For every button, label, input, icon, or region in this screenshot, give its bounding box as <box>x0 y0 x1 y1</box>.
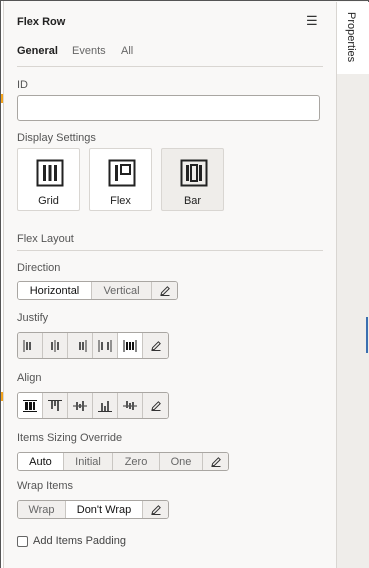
justify-center-button[interactable] <box>43 333 68 358</box>
window-frame: Flex Row ☰ General Events All ID Display… <box>0 0 369 568</box>
sizing-edit-button[interactable] <box>203 453 228 470</box>
tab-events[interactable]: Events <box>72 45 106 57</box>
wrap-button[interactable]: Wrap <box>18 501 66 518</box>
display-option-bar[interactable]: Bar <box>161 148 224 211</box>
tab-all[interactable]: All <box>121 45 133 57</box>
justify-start-icon <box>23 339 31 352</box>
align-stretch-icon <box>23 399 37 412</box>
properties-panel: Flex Row ☰ General Events All ID Display… <box>4 2 336 568</box>
justify-center-icon <box>51 339 59 352</box>
pencil-icon <box>210 456 221 467</box>
align-label: Align <box>17 372 42 384</box>
tab-general[interactable]: General <box>17 45 58 57</box>
accent-marker <box>1 94 3 103</box>
bar-layout-icon <box>180 159 208 187</box>
justify-segmented-control <box>17 332 169 359</box>
display-option-label: Flex <box>110 195 131 207</box>
direction-edit-button[interactable] <box>152 282 177 299</box>
display-option-label: Bar <box>183 195 202 207</box>
wrap-label: Wrap Items <box>17 480 74 492</box>
align-segmented-control <box>17 392 169 419</box>
justify-end-icon <box>79 339 87 352</box>
id-label: ID <box>17 79 28 91</box>
justify-space-between-icon <box>98 339 112 352</box>
id-input[interactable] <box>17 95 320 121</box>
accent-marker <box>1 392 3 401</box>
sizing-zero-button[interactable]: Zero <box>113 453 160 470</box>
align-stretch-button[interactable] <box>18 393 43 418</box>
direction-horizontal-button[interactable]: Horizontal <box>18 282 92 299</box>
panel-title: Flex Row <box>17 16 66 28</box>
direction-segmented-control: Horizontal Vertical <box>17 281 178 300</box>
display-option-grid[interactable]: Grid <box>17 148 80 211</box>
pencil-icon <box>150 400 161 411</box>
sizing-auto-button[interactable]: Auto <box>18 453 64 470</box>
flex-layout-icon <box>108 159 136 187</box>
align-end-icon <box>98 400 112 412</box>
pencil-icon <box>150 504 161 515</box>
justify-label: Justify <box>17 312 49 324</box>
right-rail: Properties <box>336 2 369 568</box>
hamburger-menu-icon[interactable]: ☰ <box>306 14 318 28</box>
align-center-icon <box>73 400 87 411</box>
justify-edit-button[interactable] <box>143 333 168 358</box>
justify-space-between-button[interactable] <box>93 333 118 358</box>
dont-wrap-button[interactable]: Don't Wrap <box>66 501 143 518</box>
sizing-initial-button[interactable]: Initial <box>64 453 113 470</box>
tab-properties[interactable]: Properties <box>336 2 369 74</box>
justify-end-button[interactable] <box>68 333 93 358</box>
pencil-icon <box>159 285 170 296</box>
direction-vertical-button[interactable]: Vertical <box>92 282 152 299</box>
align-end-button[interactable] <box>93 393 118 418</box>
align-start-button[interactable] <box>43 393 68 418</box>
display-option-label: Grid <box>38 195 59 207</box>
align-center-button[interactable] <box>68 393 93 418</box>
justify-start-button[interactable] <box>18 333 43 358</box>
align-baseline-icon <box>123 400 137 410</box>
flex-layout-divider <box>17 250 323 251</box>
justify-space-around-button[interactable] <box>118 333 143 358</box>
properties-tab-label: Properties <box>345 12 357 63</box>
flex-layout-label: Flex Layout <box>17 233 74 245</box>
wrap-edit-button[interactable] <box>143 501 168 518</box>
align-edit-button[interactable] <box>143 393 168 418</box>
grid-layout-icon <box>36 159 64 187</box>
add-items-padding-label: Add Items Padding <box>33 535 126 547</box>
align-baseline-button[interactable] <box>118 393 143 418</box>
sizing-one-button[interactable]: One <box>160 453 203 470</box>
align-start-icon <box>48 399 62 411</box>
display-option-flex[interactable]: Flex <box>89 148 152 211</box>
justify-space-around-icon <box>123 339 137 352</box>
sizing-segmented-control: Auto Initial Zero One <box>17 452 229 471</box>
pencil-icon <box>150 340 161 351</box>
direction-label: Direction <box>17 262 61 274</box>
display-settings-label: Display Settings <box>17 132 96 144</box>
wrap-segmented-control: Wrap Don't Wrap <box>17 500 169 519</box>
rail-indicator <box>366 317 368 353</box>
tabs-divider <box>17 66 323 67</box>
add-items-padding-checkbox[interactable] <box>17 536 28 547</box>
sizing-label: Items Sizing Override <box>17 432 123 444</box>
